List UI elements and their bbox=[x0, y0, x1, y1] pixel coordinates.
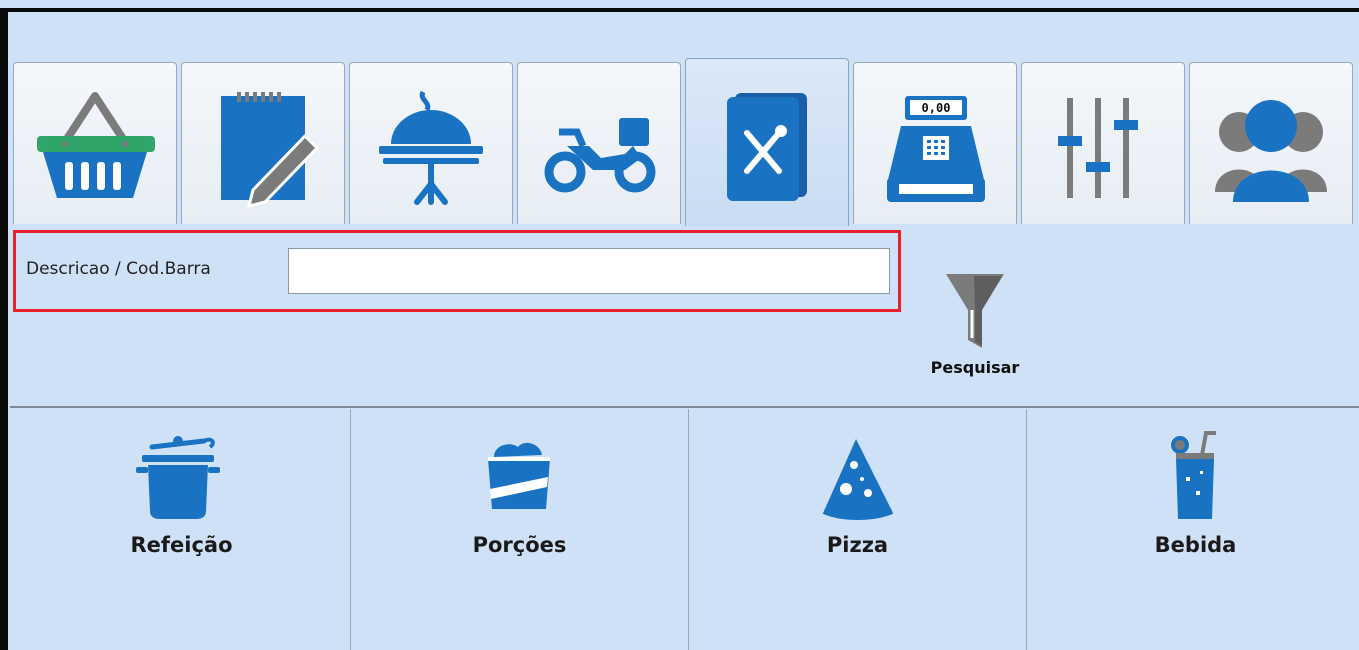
funnel-icon bbox=[946, 274, 1004, 348]
search-row-highlight: Descricao / Cod.Barra bbox=[13, 230, 901, 312]
tab-settings[interactable] bbox=[1021, 62, 1185, 224]
motorcycle-delivery-icon bbox=[544, 117, 656, 192]
basket-icon bbox=[37, 91, 155, 198]
notepad-pencil-icon bbox=[221, 91, 320, 208]
pizza-slice-icon bbox=[822, 439, 893, 520]
sliders-icon bbox=[1058, 97, 1138, 198]
tab-basket[interactable] bbox=[13, 62, 177, 224]
category-label: Bebida bbox=[1154, 533, 1237, 557]
category-grid: Refeição Porções Pizza Bebida bbox=[13, 409, 1359, 650]
category-divider bbox=[10, 406, 1359, 408]
category-bebida[interactable]: Bebida bbox=[1027, 409, 1359, 650]
category-refeicao[interactable]: Refeição bbox=[13, 409, 351, 650]
search-label: Descricao / Cod.Barra bbox=[26, 259, 211, 279]
window-border-left bbox=[0, 10, 8, 650]
tab-delivery[interactable] bbox=[517, 62, 681, 224]
cash-register-icon: 0,00 bbox=[887, 95, 985, 202]
users-icon bbox=[1215, 99, 1327, 202]
portion-box-icon bbox=[487, 442, 550, 509]
tab-cashier[interactable]: 0,00 bbox=[853, 62, 1017, 224]
search-button[interactable]: Pesquisar bbox=[905, 262, 1045, 382]
tab-tables[interactable] bbox=[349, 62, 513, 224]
tab-orders[interactable] bbox=[181, 62, 345, 224]
category-label: Pizza bbox=[826, 533, 889, 557]
cash-register-display: 0,00 bbox=[922, 101, 951, 115]
serving-table-icon bbox=[379, 90, 483, 205]
main-tab-bar: 0,00 bbox=[13, 58, 1359, 226]
category-porcoes[interactable]: Porções bbox=[351, 409, 689, 650]
tab-menu[interactable] bbox=[685, 58, 849, 226]
window-border-top bbox=[0, 8, 1359, 12]
drink-glass-icon bbox=[1170, 431, 1216, 519]
search-input[interactable] bbox=[288, 248, 890, 294]
app-window: 0,00 Descricao / Cod.Barra Pesquisar Ref… bbox=[0, 0, 1359, 650]
menu-book-icon bbox=[727, 92, 807, 201]
category-label: Porções bbox=[472, 533, 567, 557]
search-button-label: Pesquisar bbox=[930, 358, 1020, 377]
category-label: Refeição bbox=[130, 533, 233, 557]
pot-icon bbox=[135, 436, 220, 519]
tab-users[interactable] bbox=[1189, 62, 1353, 224]
category-pizza[interactable]: Pizza bbox=[689, 409, 1027, 650]
